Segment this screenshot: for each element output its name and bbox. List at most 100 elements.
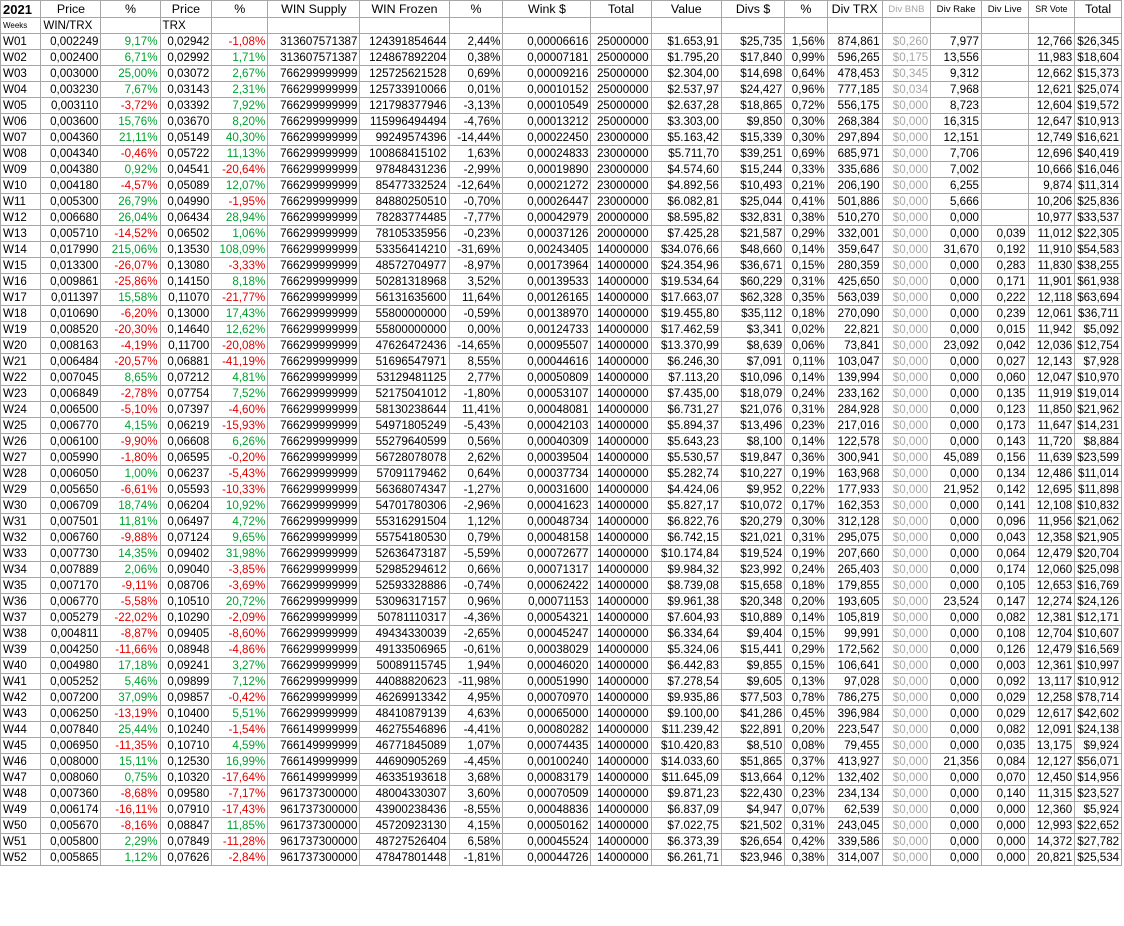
cell-pct-change-frozen[interactable]: 1,07% xyxy=(448,737,504,754)
cell-sr-vote[interactable]: 11,720 xyxy=(1027,433,1076,450)
cell-week[interactable]: W32 xyxy=(0,529,42,546)
cell-pct-change-win[interactable]: 25,00% xyxy=(100,65,161,82)
cell-grand-total[interactable]: $38,255 xyxy=(1074,257,1122,274)
cell-sr-vote[interactable]: 12,604 xyxy=(1027,97,1076,114)
cell-divs-usd[interactable]: $26,654 xyxy=(720,833,786,850)
cell-divs-usd[interactable]: $39,251 xyxy=(720,145,786,162)
cell-grand-total[interactable]: $25,836 xyxy=(1074,193,1122,210)
cell-div-rake[interactable]: 0,000 xyxy=(930,369,982,386)
cell-price-trx[interactable]: 0,03072 xyxy=(159,65,213,82)
cell-pct-divs[interactable]: 0,19% xyxy=(784,465,828,482)
cell-price-win-trx[interactable]: 0,006770 xyxy=(40,417,102,434)
cell-div-bnb[interactable]: $0,000 xyxy=(881,529,932,546)
cell-price-win-trx[interactable]: 0,006770 xyxy=(40,593,102,610)
subheader-cell[interactable] xyxy=(267,17,361,34)
cell-value[interactable]: $6.246,30 xyxy=(650,353,722,370)
cell-pct-change-frozen[interactable]: -4,76% xyxy=(448,113,504,130)
cell-week[interactable]: W18 xyxy=(0,305,42,322)
cell-div-bnb[interactable]: $0,000 xyxy=(881,513,932,530)
cell-win-supply[interactable]: 766299999999 xyxy=(267,321,361,338)
cell-price-trx[interactable]: 0,06434 xyxy=(159,209,213,226)
cell-pct-divs[interactable]: 0,13% xyxy=(784,673,828,690)
cell-total[interactable]: 14000000 xyxy=(590,625,652,642)
cell-div-live[interactable]: 0,029 xyxy=(981,689,1029,706)
cell-pct-change-trx[interactable]: -17,43% xyxy=(211,801,269,818)
cell-div-live[interactable]: 0,027 xyxy=(981,353,1029,370)
cell-div-trx[interactable]: 22,821 xyxy=(826,321,883,338)
cell-div-trx[interactable]: 177,933 xyxy=(826,481,883,498)
cell-pct-divs[interactable]: 0,64% xyxy=(784,65,828,82)
cell-divs-usd[interactable]: $8,639 xyxy=(720,337,786,354)
cell-price-trx[interactable]: 0,07849 xyxy=(159,833,213,850)
cell-div-live[interactable]: 0,174 xyxy=(981,561,1029,578)
cell-pct-divs[interactable]: 0,23% xyxy=(784,785,828,802)
cell-pct-change-trx[interactable]: 40,30% xyxy=(211,129,269,146)
cell-grand-total[interactable]: $23,599 xyxy=(1074,449,1122,466)
cell-price-win-trx[interactable]: 0,005670 xyxy=(40,817,102,834)
cell-pct-change-win[interactable]: -11,66% xyxy=(100,641,161,658)
cell-win-supply[interactable]: 766299999999 xyxy=(267,209,361,226)
cell-div-live[interactable]: 0,064 xyxy=(981,545,1029,562)
cell-price-win-trx[interactable]: 0,004340 xyxy=(40,145,102,162)
cell-sr-vote[interactable]: 12,091 xyxy=(1027,721,1076,738)
cell-div-bnb[interactable]: $0,000 xyxy=(881,337,932,354)
cell-price-trx[interactable]: 0,06204 xyxy=(159,497,213,514)
cell-divs-usd[interactable]: $21,021 xyxy=(720,529,786,546)
cell-pct-change-trx[interactable]: -5,43% xyxy=(211,465,269,482)
cell-pct-change-trx[interactable]: 108,09% xyxy=(211,241,269,258)
cell-price-trx[interactable]: 0,07626 xyxy=(159,849,213,866)
cell-price-win-trx[interactable]: 0,006100 xyxy=(40,433,102,450)
cell-wink-usd[interactable]: 0,00022450 xyxy=(502,129,592,146)
cell-grand-total[interactable]: $10,913 xyxy=(1074,113,1122,130)
cell-div-live[interactable]: 0,171 xyxy=(981,273,1029,290)
cell-pct-divs[interactable]: 0,02% xyxy=(784,321,828,338)
cell-div-trx[interactable]: 777,185 xyxy=(826,81,883,98)
cell-div-trx[interactable]: 172,562 xyxy=(826,641,883,658)
cell-price-trx[interactable]: 0,06219 xyxy=(159,417,213,434)
cell-pct-change-frozen[interactable]: 0,96% xyxy=(448,593,504,610)
cell-pct-change-win[interactable]: -14,52% xyxy=(100,225,161,242)
cell-pct-change-win[interactable]: 1,12% xyxy=(100,849,161,866)
cell-div-rake[interactable]: 23,524 xyxy=(930,593,982,610)
cell-week[interactable]: W48 xyxy=(0,785,42,802)
cell-pct-divs[interactable]: 0,35% xyxy=(784,289,828,306)
cell-div-rake[interactable]: 0,000 xyxy=(930,657,982,674)
cell-win-frozen[interactable]: 47847801448 xyxy=(359,849,450,866)
cell-value[interactable]: $13.370,99 xyxy=(650,337,722,354)
cell-win-frozen[interactable]: 53129481125 xyxy=(359,369,450,386)
cell-price-win-trx[interactable]: 0,007889 xyxy=(40,561,102,578)
cell-div-rake[interactable]: 45,089 xyxy=(930,449,982,466)
cell-div-live[interactable]: 0,134 xyxy=(981,465,1029,482)
header-year[interactable]: 2021 xyxy=(0,0,42,18)
cell-price-trx[interactable]: 0,03392 xyxy=(159,97,213,114)
cell-price-trx[interactable]: 0,09241 xyxy=(159,657,213,674)
cell-div-live[interactable]: 0,070 xyxy=(981,769,1029,786)
cell-div-trx[interactable]: 501,886 xyxy=(826,193,883,210)
cell-price-trx[interactable]: 0,02992 xyxy=(159,49,213,66)
cell-pct-change-win[interactable]: 26,04% xyxy=(100,209,161,226)
cell-divs-usd[interactable]: $62,328 xyxy=(720,289,786,306)
subheader-cell[interactable] xyxy=(981,17,1029,34)
cell-wink-usd[interactable]: 0,00009216 xyxy=(502,65,592,82)
cell-div-live[interactable]: 0,000 xyxy=(981,833,1029,850)
cell-value[interactable]: $6.837,09 xyxy=(650,801,722,818)
cell-div-trx[interactable]: 478,453 xyxy=(826,65,883,82)
cell-wink-usd[interactable]: 0,00083179 xyxy=(502,769,592,786)
cell-sr-vote[interactable]: 9,874 xyxy=(1027,177,1076,194)
cell-price-trx[interactable]: 0,08706 xyxy=(159,577,213,594)
cell-divs-usd[interactable]: $20,348 xyxy=(720,593,786,610)
cell-div-bnb[interactable]: $0,000 xyxy=(881,129,932,146)
cell-pct-change-win[interactable]: 4,15% xyxy=(100,417,161,434)
cell-div-trx[interactable]: 132,402 xyxy=(826,769,883,786)
cell-pct-change-trx[interactable]: -11,28% xyxy=(211,833,269,850)
cell-win-supply[interactable]: 313607571387 xyxy=(267,49,361,66)
cell-wink-usd[interactable]: 0,00053107 xyxy=(502,385,592,402)
cell-week[interactable]: W08 xyxy=(0,145,42,162)
cell-pct-divs[interactable]: 0,31% xyxy=(784,817,828,834)
cell-pct-divs[interactable]: 0,19% xyxy=(784,545,828,562)
cell-sr-vote[interactable]: 12,047 xyxy=(1027,369,1076,386)
cell-pct-change-trx[interactable]: 7,52% xyxy=(211,385,269,402)
cell-price-trx[interactable]: 0,08847 xyxy=(159,817,213,834)
header-total[interactable]: Total xyxy=(590,0,652,18)
cell-pct-divs[interactable]: 0,30% xyxy=(784,513,828,530)
